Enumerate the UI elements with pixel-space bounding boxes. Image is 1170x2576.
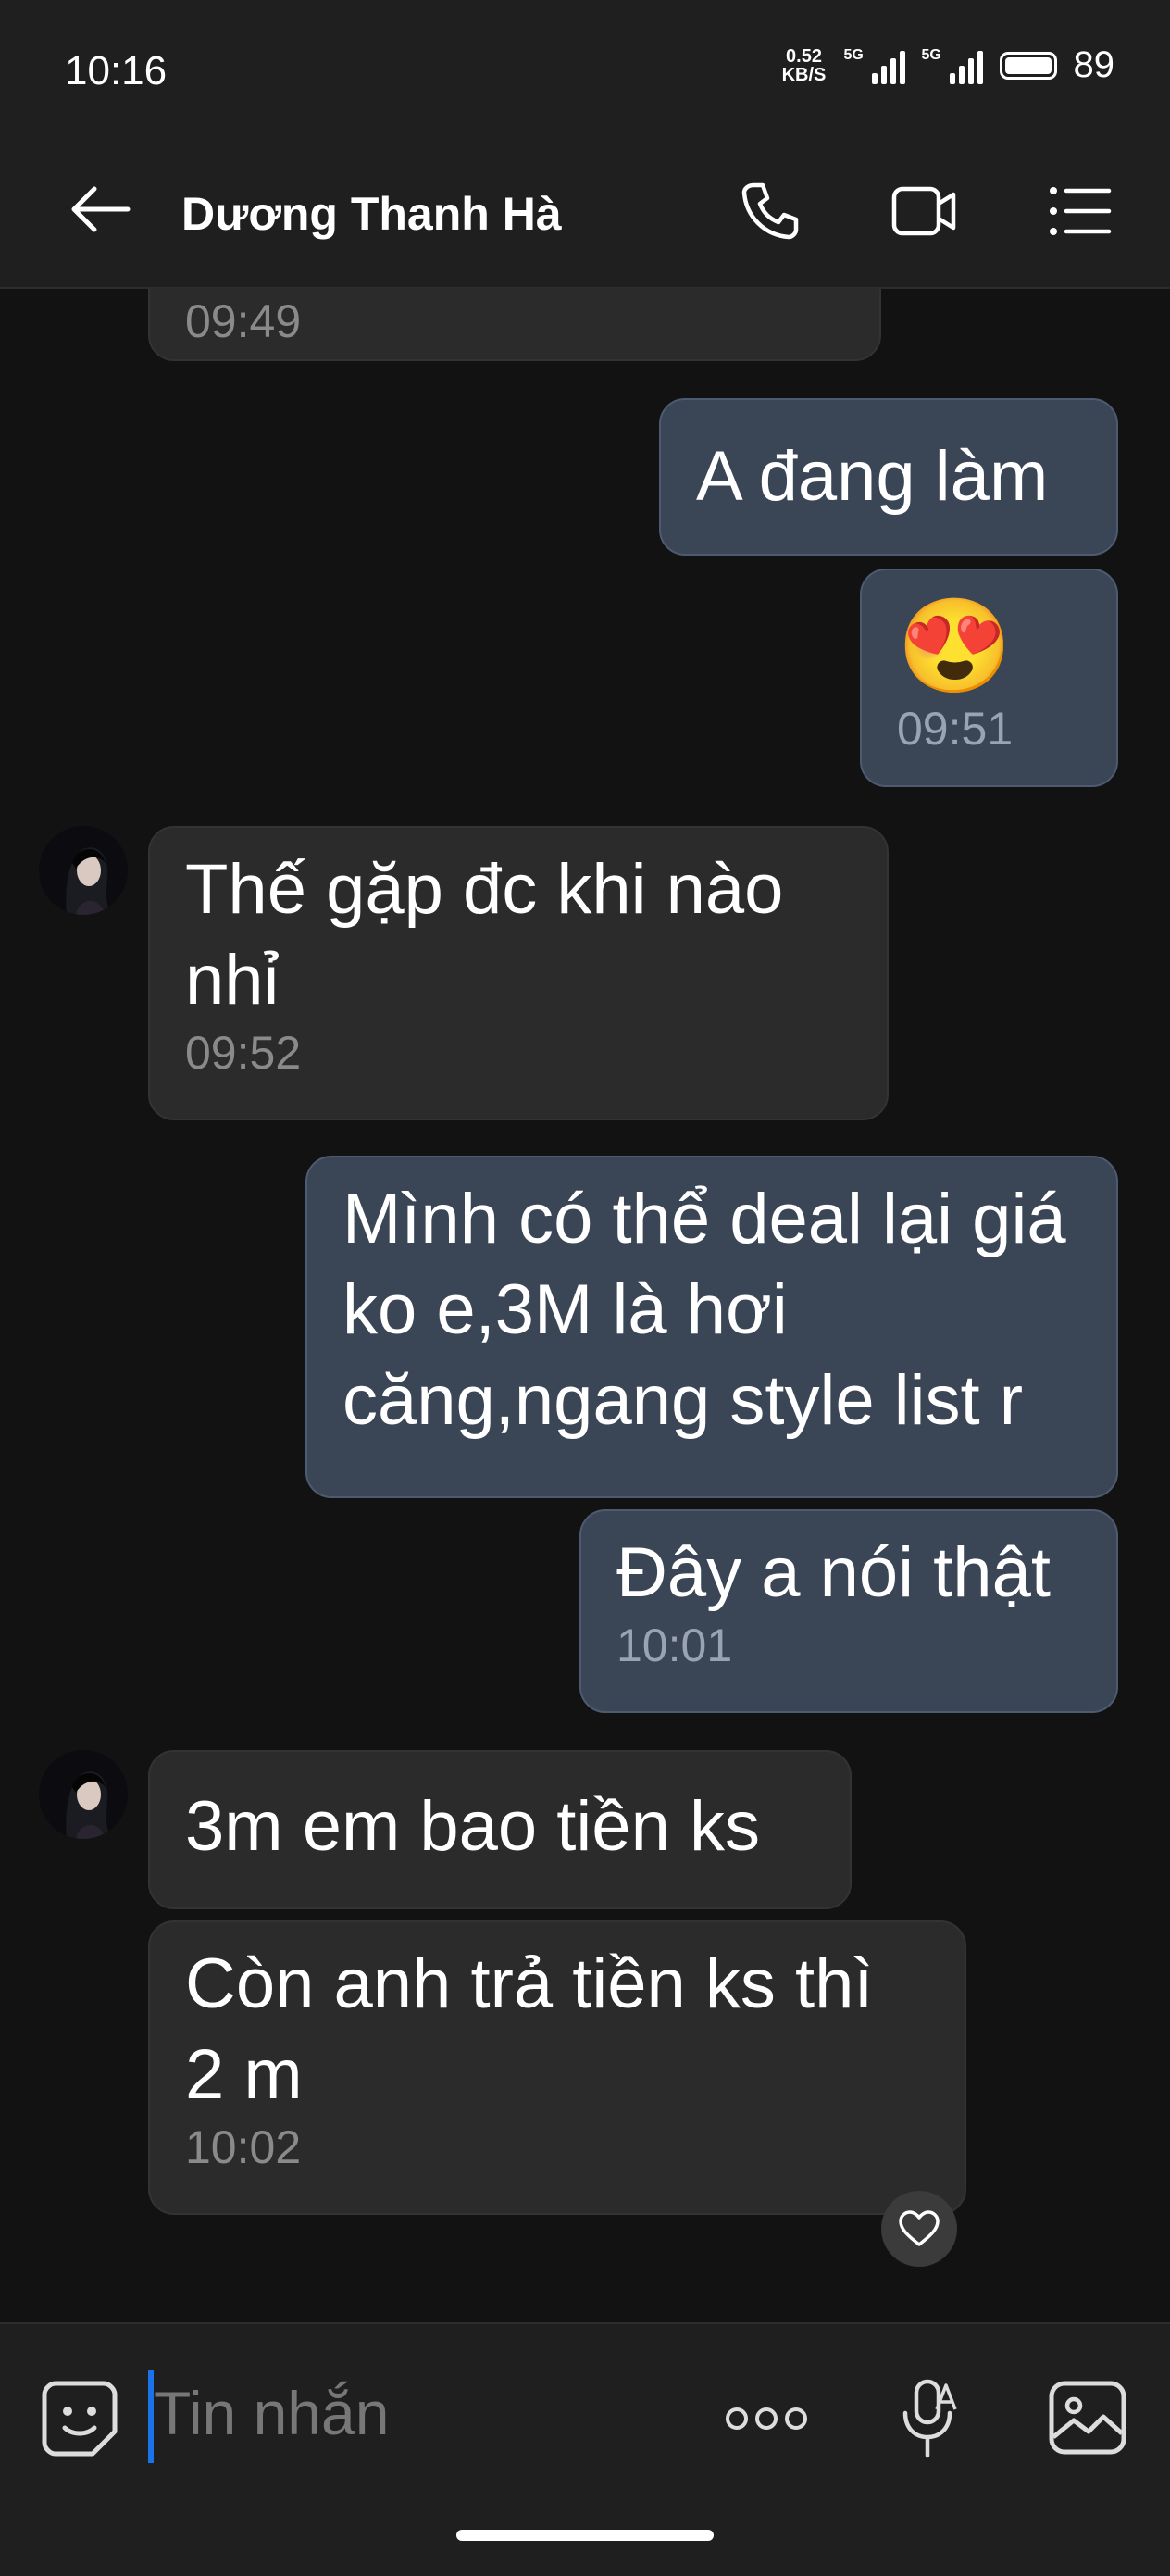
reaction-button[interactable] — [881, 2191, 957, 2267]
message-bubble-incoming[interactable]: 09:49 — [148, 289, 881, 361]
signal-icon: 5G — [922, 47, 983, 84]
video-call-icon[interactable] — [890, 178, 957, 244]
message-time: 10:01 — [616, 1619, 733, 1671]
menu-list-icon[interactable] — [1046, 178, 1113, 244]
message-text: Còn anh trả tiền ks thì 2 m — [185, 1945, 874, 2114]
net-speed: 0.52 KB/S — [781, 45, 827, 85]
message-text: Mình có thể deal lại giá ko e,3M là hơi … — [342, 1180, 1066, 1440]
message-bubble-outgoing[interactable]: Mình có thể deal lại giá ko e,3M là hơi … — [305, 1156, 1118, 1498]
avatar[interactable] — [39, 826, 128, 915]
message-list: 09:49 A đang làm 😍 09:51 Thế gặp đc khi … — [0, 289, 1170, 2322]
message-bubble-incoming[interactable]: 3m em bao tiền ks — [148, 1750, 852, 1909]
phone-icon[interactable] — [737, 178, 803, 244]
status-time: 10:16 — [65, 48, 168, 94]
battery-level: 89 — [1073, 44, 1115, 85]
more-icon[interactable] — [724, 2406, 809, 2432]
status-indicators: 0.52 KB/S 5G 5G 89 — [781, 44, 1115, 86]
message-bubble-outgoing[interactable]: Đây a nói thật 10:01 — [579, 1509, 1118, 1713]
heart-icon — [899, 2210, 940, 2246]
battery-icon — [999, 51, 1057, 80]
message-bubble-incoming[interactable]: Còn anh trả tiền ks thì 2 m 10:02 — [148, 1920, 966, 2215]
gallery-icon[interactable] — [1048, 2380, 1127, 2456]
message-time: 09:49 — [185, 295, 302, 347]
message-text: Thế gặp đc khi nào nhỉ — [185, 850, 784, 1019]
sticker-icon[interactable] — [41, 2380, 118, 2457]
status-bar: 10:16 0.52 KB/S 5G 5G 89 — [0, 0, 1170, 135]
message-bubble-outgoing[interactable]: 😍 09:51 — [860, 569, 1118, 787]
message-text: Đây a nói thật — [616, 1533, 1051, 1612]
signal-icon: 5G — [844, 47, 905, 84]
message-input[interactable]: Tin nhắn — [154, 2378, 389, 2448]
message-time: 09:51 — [897, 703, 1014, 755]
chat-header: Dương Thanh Hà — [0, 135, 1170, 289]
back-arrow-icon[interactable] — [67, 181, 131, 237]
contact-name[interactable]: Dương Thanh Hà — [181, 187, 562, 241]
message-bubble-incoming[interactable]: Thế gặp đc khi nào nhỉ 09:52 — [148, 826, 889, 1120]
message-text: A đang làm — [696, 437, 1049, 516]
message-bubble-outgoing[interactable]: A đang làm — [659, 398, 1118, 556]
message-text: 3m em bao tiền ks — [185, 1787, 760, 1866]
home-indicator[interactable] — [456, 2530, 714, 2541]
avatar[interactable] — [39, 1750, 128, 1839]
voice-to-text-icon[interactable] — [900, 2378, 959, 2461]
message-time: 10:02 — [185, 2121, 302, 2173]
emoji-heart-eyes: 😍 — [897, 594, 1013, 698]
message-time: 09:52 — [185, 1027, 302, 1079]
